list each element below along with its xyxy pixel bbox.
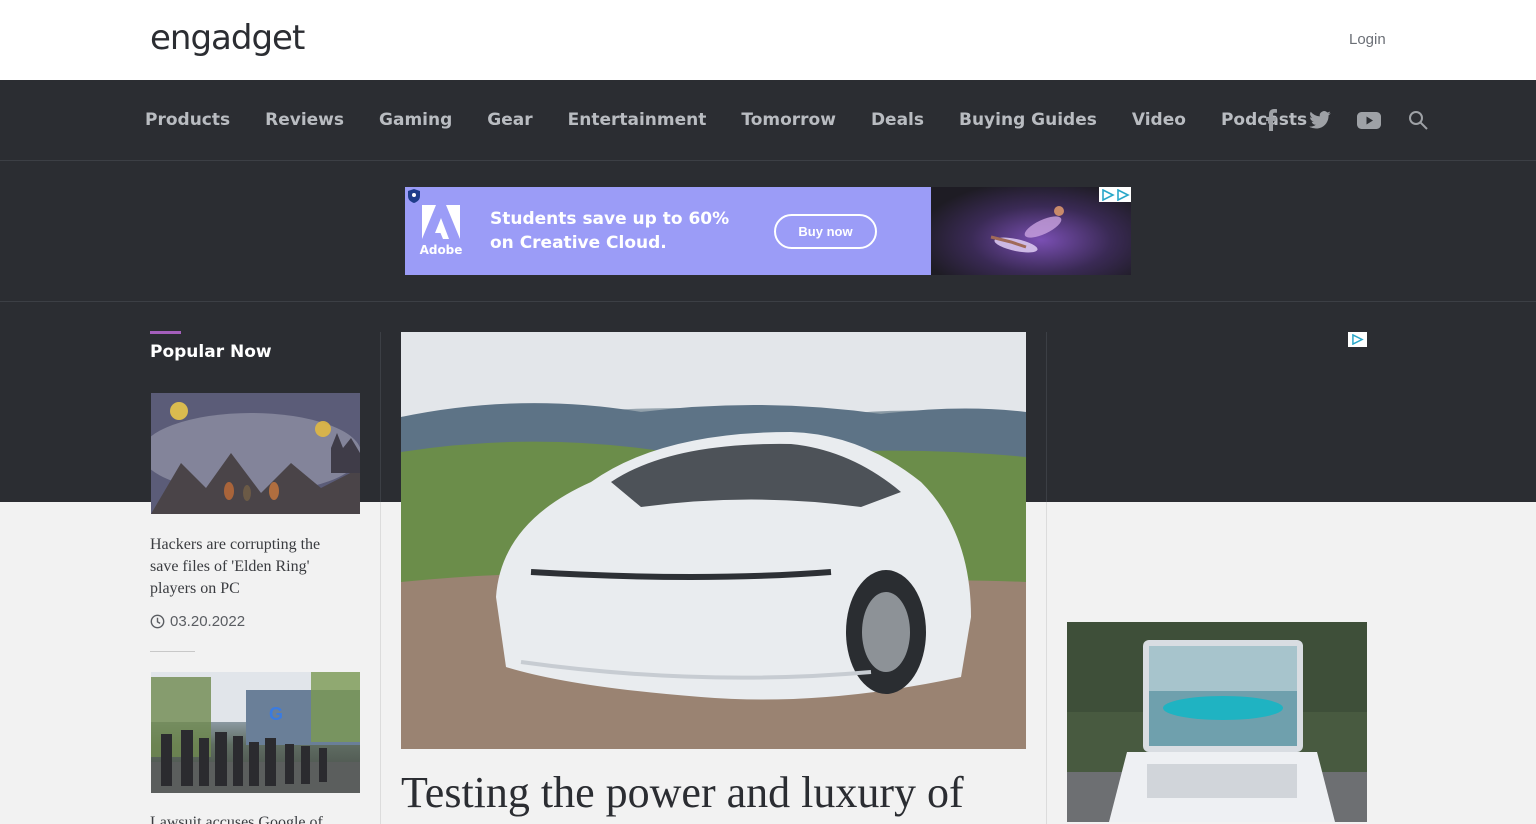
nav-items: Products Reviews Gaming Gear Entertainme…: [145, 80, 1342, 160]
right-column-divider-lower: [1046, 502, 1047, 824]
buy-now-button[interactable]: Buy now: [774, 214, 877, 249]
nav-item-gear[interactable]: Gear: [487, 110, 532, 130]
nav-item-deals[interactable]: Deals: [871, 110, 924, 130]
popular-now-heading: Popular Now: [150, 342, 272, 362]
adchoices-badge[interactable]: [1099, 187, 1131, 202]
popular-item-date: 03.20.2022: [150, 613, 245, 630]
right-card-image-laptop[interactable]: [1067, 622, 1367, 822]
adobe-logo-icon: [422, 205, 460, 239]
adobe-brand-label: Adobe: [419, 243, 463, 257]
ad-privacy-icon[interactable]: [408, 189, 420, 203]
right-adchoices-badge[interactable]: [1348, 332, 1367, 347]
facebook-icon[interactable]: [1256, 105, 1286, 135]
popular-item-headline-2[interactable]: Lawsuit accuses Google of: [150, 812, 350, 824]
left-column-divider: [380, 332, 381, 502]
nav-item-gaming[interactable]: Gaming: [379, 110, 452, 130]
hero-image-lucid-air[interactable]: [401, 332, 1026, 749]
ad-headline: Students save up to 60% on Creative Clou…: [490, 209, 730, 253]
top-header: engadget Login: [0, 0, 1536, 80]
nav-item-reviews[interactable]: Reviews: [265, 110, 344, 130]
popular-item-image-elden-ring[interactable]: [151, 393, 360, 514]
login-link[interactable]: Login: [1349, 31, 1386, 48]
youtube-icon[interactable]: [1354, 105, 1384, 135]
main-nav: Products Reviews Gaming Gear Entertainme…: [0, 80, 1536, 161]
search-icon[interactable]: [1403, 105, 1433, 135]
svg-text:G: G: [269, 704, 283, 724]
band-divider: [0, 301, 1536, 302]
popular-item-date-text: 03.20.2022: [170, 613, 246, 630]
adobe-banner-ad[interactable]: Adobe Students save up to 60% on Creativ…: [405, 187, 1131, 275]
hero-headline[interactable]: Testing the power and luxury of: [401, 768, 1041, 818]
right-column-divider: [1046, 332, 1047, 502]
nav-item-products[interactable]: Products: [145, 110, 230, 130]
popular-accent-bar: [150, 331, 181, 334]
nav-item-tomorrow[interactable]: Tomorrow: [741, 110, 836, 130]
popular-item-separator: [150, 651, 195, 652]
nav-item-video[interactable]: Video: [1132, 110, 1186, 130]
popular-item-image-google[interactable]: G: [151, 672, 360, 793]
clock-icon: [150, 614, 165, 629]
engadget-logo[interactable]: engadget: [150, 18, 305, 58]
left-column-divider-lower: [380, 502, 381, 824]
nav-item-entertainment[interactable]: Entertainment: [568, 110, 707, 130]
twitter-icon[interactable]: [1305, 105, 1335, 135]
nav-item-buying-guides[interactable]: Buying Guides: [959, 110, 1097, 130]
popular-item-headline[interactable]: Hackers are corrupting the save files of…: [150, 534, 350, 600]
social-icons: [1256, 80, 1452, 160]
